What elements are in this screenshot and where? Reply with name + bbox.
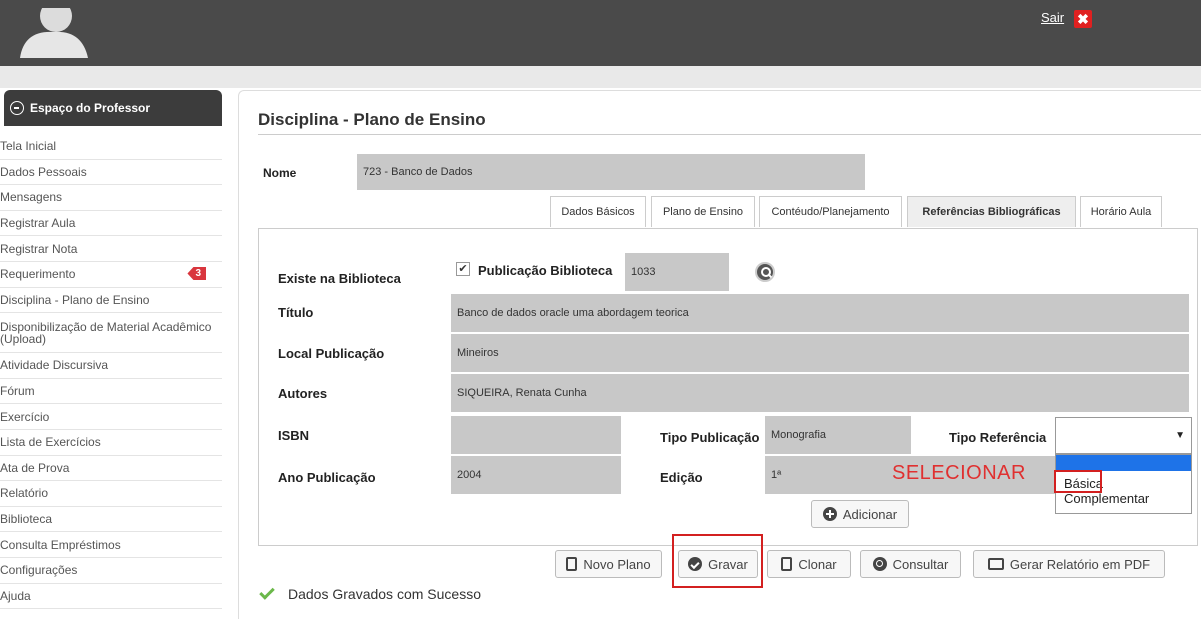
adicionar-button[interactable]: Adicionar: [811, 500, 909, 528]
clonar-button[interactable]: Clonar: [767, 550, 851, 578]
tab-referencias-bibliograficas[interactable]: Referências Bibliográficas: [907, 196, 1076, 227]
tab-plano-ensino[interactable]: Plano de Ensino: [651, 196, 755, 227]
highlight-box-basica: [1054, 470, 1102, 493]
sidebar-item-registrar-aula[interactable]: Registrar Aula: [0, 211, 222, 237]
sidebar-item-dados-pessoais[interactable]: Dados Pessoais: [0, 160, 222, 186]
search-icon[interactable]: [755, 262, 775, 282]
autores-field[interactable]: SIQUEIRA, Renata Cunha: [451, 374, 1189, 412]
sidebar-item-tela-inicial[interactable]: Tela Inicial: [0, 134, 222, 160]
success-message: Dados Gravados com Sucesso: [259, 584, 481, 602]
dropdown-option-blank[interactable]: [1056, 455, 1191, 471]
logout-link[interactable]: Sair: [1041, 10, 1064, 25]
close-icon[interactable]: ✖: [1074, 10, 1092, 28]
top-bar: Sair ✖: [0, 0, 1201, 66]
publicacao-biblioteca-label: Publicação Biblioteca: [478, 263, 613, 278]
nome-label: Nome: [263, 166, 297, 180]
sidebar-item-biblioteca[interactable]: Biblioteca: [0, 507, 222, 533]
tipo-referencia-label: Tipo Referência: [949, 430, 1047, 445]
checkmark-icon: [259, 584, 275, 600]
sidebar-item-mensagens[interactable]: Mensagens: [0, 185, 222, 211]
sidebar-item-configuracoes[interactable]: Configurações: [0, 558, 222, 584]
tipo-publicacao-label: Tipo Publicação: [660, 430, 760, 445]
sidebar-item-requerimento[interactable]: Requerimento 3: [0, 262, 222, 288]
chevron-down-icon: ▼: [1175, 430, 1185, 441]
sidebar-item-atividade-discursiva[interactable]: Atividade Discursiva: [0, 353, 222, 379]
sidebar-item-ata-prova[interactable]: Ata de Prova: [0, 456, 222, 482]
user-avatar-icon: [20, 8, 88, 58]
titulo-field[interactable]: Banco de dados oracle uma abordagem teor…: [451, 294, 1189, 332]
title-divider: [258, 134, 1201, 135]
local-publicacao-label: Local Publicação: [278, 346, 385, 361]
consultar-button[interactable]: Consultar: [860, 550, 961, 578]
gerar-pdf-label: Gerar Relatório em PDF: [1009, 556, 1151, 572]
sidebar-header[interactable]: Espaço do Professor: [4, 90, 222, 126]
ano-publicacao-label: Ano Publicação: [278, 470, 376, 485]
sidebar-item-disponibilizacao[interactable]: Disponibilização de Material Acadêmico (…: [0, 313, 222, 354]
gerar-pdf-button[interactable]: Gerar Relatório em PDF: [973, 550, 1165, 578]
success-text: Dados Gravados com Sucesso: [288, 586, 481, 602]
existe-biblioteca-label: Existe na Biblioteca: [278, 271, 401, 286]
sidebar-menu: Tela Inicial Dados Pessoais Mensagens Re…: [0, 134, 222, 610]
dropdown-option-complementar[interactable]: Complementar: [1064, 491, 1149, 506]
print-icon: [987, 558, 1004, 570]
edicao-label: Edição: [660, 470, 703, 485]
copy-icon: [781, 557, 793, 571]
tab-conteudo-planejamento[interactable]: Contéudo/Planejamento: [759, 196, 902, 227]
isbn-field[interactable]: [451, 416, 621, 454]
publicacao-checkbox[interactable]: ✔: [456, 262, 470, 276]
novo-plano-button[interactable]: Novo Plano: [555, 550, 662, 578]
tab-horario-aula[interactable]: Horário Aula: [1080, 196, 1162, 227]
tipo-referencia-select[interactable]: ▼: [1055, 417, 1192, 454]
sidebar-title: Espaço do Professor: [30, 101, 151, 115]
sidebar-item-disciplina-plano[interactable]: Disciplina - Plano de Ensino: [0, 288, 222, 314]
page-title: Disciplina - Plano de Ensino: [258, 110, 486, 129]
sidebar-item-label: Requerimento: [0, 267, 76, 282]
notification-badge: 3: [187, 266, 206, 280]
sidebar-item-lista-exercicios[interactable]: Lista de Exercícios: [0, 430, 222, 456]
novo-plano-label: Novo Plano: [583, 556, 651, 572]
publicacao-biblioteca-field[interactable]: 1033: [625, 253, 729, 291]
ano-publicacao-field[interactable]: 2004: [451, 456, 621, 494]
isbn-label: ISBN: [278, 428, 310, 443]
local-publicacao-field[interactable]: Mineiros: [451, 334, 1189, 372]
clonar-label: Clonar: [798, 556, 837, 572]
adicionar-label: Adicionar: [842, 506, 898, 522]
header-strip: [0, 66, 1201, 88]
selecionar-annotation: SELECIONAR: [892, 462, 1026, 484]
autores-label: Autores: [278, 386, 328, 401]
sidebar-item-registrar-nota[interactable]: Registrar Nota: [0, 236, 222, 262]
tab-dados-basicos[interactable]: Dados Básicos: [550, 196, 646, 227]
highlight-box-gravar: [672, 534, 763, 588]
search-icon: [872, 557, 887, 571]
new-document-icon: [566, 557, 578, 571]
collapse-icon[interactable]: [10, 101, 24, 115]
sidebar-item-forum[interactable]: Fórum: [0, 379, 222, 405]
nome-field: 723 - Banco de Dados: [357, 154, 865, 190]
consultar-label: Consultar: [892, 556, 949, 572]
sidebar-item-consulta-emprestimos[interactable]: Consulta Empréstimos: [0, 532, 222, 558]
plus-icon: [822, 507, 837, 521]
titulo-label: Título: [278, 305, 314, 320]
sidebar-item-ajuda[interactable]: Ajuda: [0, 584, 222, 610]
tipo-publicacao-field[interactable]: Monografia: [765, 416, 911, 454]
sidebar-item-exercicio[interactable]: Exercício: [0, 404, 222, 430]
sidebar-item-relatorio[interactable]: Relatório: [0, 481, 222, 507]
